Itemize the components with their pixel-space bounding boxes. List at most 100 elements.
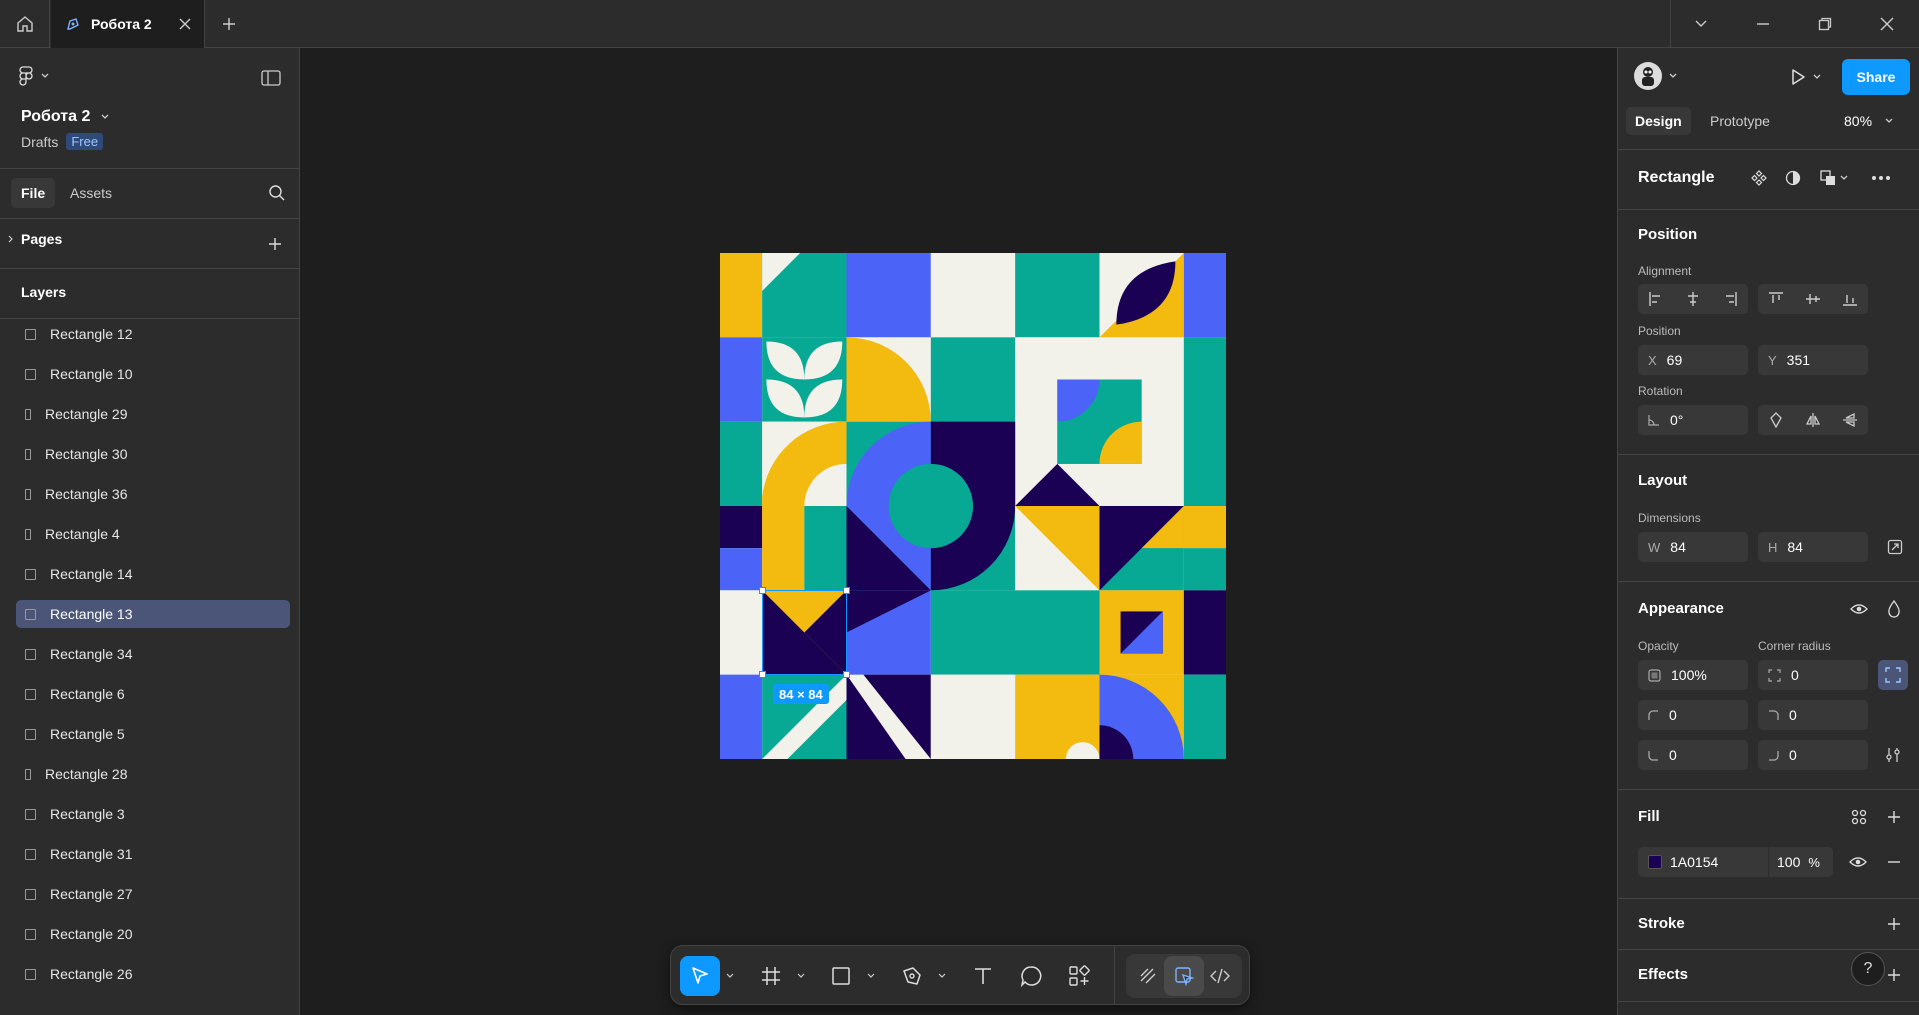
tab-prototype[interactable]: Prototype [1710, 107, 1770, 135]
y-field[interactable]: Y 351 [1758, 345, 1868, 375]
layer-item[interactable]: Rectangle 36 [16, 480, 290, 508]
share-button[interactable]: Share [1842, 59, 1910, 95]
add-effect-button[interactable] [1879, 960, 1909, 990]
user-menu-button[interactable] [1634, 62, 1678, 90]
layer-item[interactable]: Rectangle 14 [16, 560, 290, 588]
fill-color-swatch[interactable] [1648, 855, 1662, 869]
design-mode-button[interactable] [1164, 956, 1204, 996]
close-icon[interactable] [178, 17, 192, 31]
layer-item[interactable]: Rectangle 5 [16, 720, 290, 748]
pen-tool-dropdown[interactable] [936, 968, 948, 984]
frame-tool-dropdown[interactable] [795, 968, 807, 984]
move-tool-button[interactable] [680, 956, 720, 996]
text-tool-button[interactable] [963, 956, 1003, 996]
add-stroke-button[interactable] [1879, 909, 1909, 939]
layer-item[interactable]: Rectangle 29 [16, 400, 290, 428]
rectangle-tool-button[interactable] [821, 956, 861, 996]
add-fill-button[interactable] [1879, 802, 1909, 832]
x-field[interactable]: X 69 [1638, 345, 1748, 375]
layer-label: Rectangle 3 [50, 806, 125, 822]
flip-vertical-icon[interactable] [1842, 412, 1858, 428]
create-component-button[interactable] [1744, 163, 1774, 193]
toggle-sidebar-button[interactable] [256, 63, 286, 93]
height-field[interactable]: H 84 [1758, 532, 1868, 562]
layer-item[interactable]: Rectangle 10 [16, 360, 290, 388]
layer-item[interactable]: Rectangle 34 [16, 640, 290, 668]
tab-design[interactable]: Design [1626, 107, 1691, 135]
rectangle-layer-icon [25, 848, 36, 860]
main-menu-button[interactable] [18, 66, 50, 86]
blend-mode-button[interactable] [1879, 594, 1909, 624]
frame-tool-button[interactable] [751, 956, 791, 996]
corner-radius-field[interactable]: 0 [1758, 660, 1868, 690]
resize-handle[interactable] [759, 587, 766, 594]
draw-mode-button[interactable] [1128, 956, 1168, 996]
opacity-field[interactable]: 100% [1638, 660, 1748, 690]
top-right-radius-field[interactable]: 0 [1758, 700, 1868, 730]
align-center-horizontal-icon[interactable] [1685, 291, 1701, 307]
file-location[interactable]: Drafts [21, 134, 58, 150]
toggle-fill-visibility-button[interactable] [1843, 847, 1873, 877]
layer-item[interactable]: Rectangle 20 [16, 920, 290, 948]
search-layers-button[interactable] [262, 178, 292, 208]
layer-item[interactable]: Rectangle 31 [16, 840, 290, 868]
constrain-proportions-button[interactable] [1880, 532, 1910, 562]
file-name-button[interactable]: Робота 2 [21, 108, 110, 126]
selection-box[interactable] [762, 590, 847, 675]
pages-toggle[interactable]: Pages [7, 231, 62, 247]
layer-item[interactable]: Rectangle 28 [16, 760, 290, 788]
tabs-dropdown-button[interactable] [1670, 0, 1732, 48]
align-right-icon[interactable] [1722, 291, 1738, 307]
layer-item[interactable]: Rectangle 6 [16, 680, 290, 708]
home-button[interactable] [0, 0, 50, 48]
tab-assets[interactable]: Assets [69, 178, 113, 208]
rotate-icon[interactable] [1768, 412, 1784, 428]
restore-button[interactable] [1794, 0, 1856, 48]
fill-color-field[interactable]: 1A0154 100 % [1638, 847, 1833, 877]
layer-item[interactable]: Rectangle 12 [16, 320, 290, 348]
x-label: X [1648, 352, 1657, 368]
align-top-icon[interactable] [1768, 291, 1784, 307]
zoom-dropdown[interactable]: 80% [1844, 107, 1894, 135]
present-options-button[interactable] [1809, 62, 1825, 92]
mask-button[interactable] [1778, 163, 1808, 193]
independent-corners-button[interactable] [1878, 660, 1908, 690]
tab-file[interactable]: File [11, 178, 56, 208]
layer-item[interactable]: Rectangle 26 [16, 960, 290, 988]
actions-tool-button[interactable] [1059, 956, 1099, 996]
resize-handle[interactable] [843, 587, 850, 594]
width-field[interactable]: W 84 [1638, 532, 1748, 562]
boolean-options-button[interactable] [1836, 163, 1852, 193]
tab-robota-2[interactable]: Робота 2 [51, 0, 205, 48]
close-window-button[interactable] [1856, 0, 1918, 48]
pen-tool-button[interactable] [892, 956, 932, 996]
remove-fill-button[interactable] [1879, 847, 1909, 877]
divider [1618, 949, 1919, 950]
dev-mode-button[interactable] [1200, 956, 1240, 996]
new-tab-button[interactable] [214, 0, 244, 48]
shape-tool-dropdown[interactable] [865, 968, 877, 984]
rotation-field[interactable]: 0° [1638, 405, 1748, 435]
move-tool-dropdown[interactable] [724, 968, 736, 984]
align-middle-icon[interactable] [1805, 291, 1821, 307]
layer-item[interactable]: Rectangle 4 [16, 520, 290, 548]
fill-styles-button[interactable] [1844, 802, 1874, 832]
align-left-icon[interactable] [1648, 291, 1664, 307]
layer-item[interactable]: Rectangle 30 [16, 440, 290, 468]
resize-handle[interactable] [759, 671, 766, 678]
minimize-button[interactable] [1732, 0, 1794, 48]
flip-horizontal-icon[interactable] [1805, 412, 1821, 428]
bottom-right-radius-field[interactable]: 0 [1758, 740, 1868, 770]
align-bottom-icon[interactable] [1842, 291, 1858, 307]
more-options-button[interactable] [1866, 163, 1896, 193]
add-page-button[interactable] [260, 229, 290, 259]
comment-tool-button[interactable] [1011, 956, 1051, 996]
toggle-visibility-button[interactable] [1844, 594, 1874, 624]
layer-item[interactable]: Rectangle 27 [16, 880, 290, 908]
layer-item[interactable]: Rectangle 3 [16, 800, 290, 828]
bottom-left-radius-field[interactable]: 0 [1638, 740, 1748, 770]
corner-smoothing-button[interactable] [1878, 740, 1908, 770]
layer-item[interactable]: Rectangle 13 [16, 600, 290, 628]
top-left-radius-field[interactable]: 0 [1638, 700, 1748, 730]
resize-handle[interactable] [843, 671, 850, 678]
